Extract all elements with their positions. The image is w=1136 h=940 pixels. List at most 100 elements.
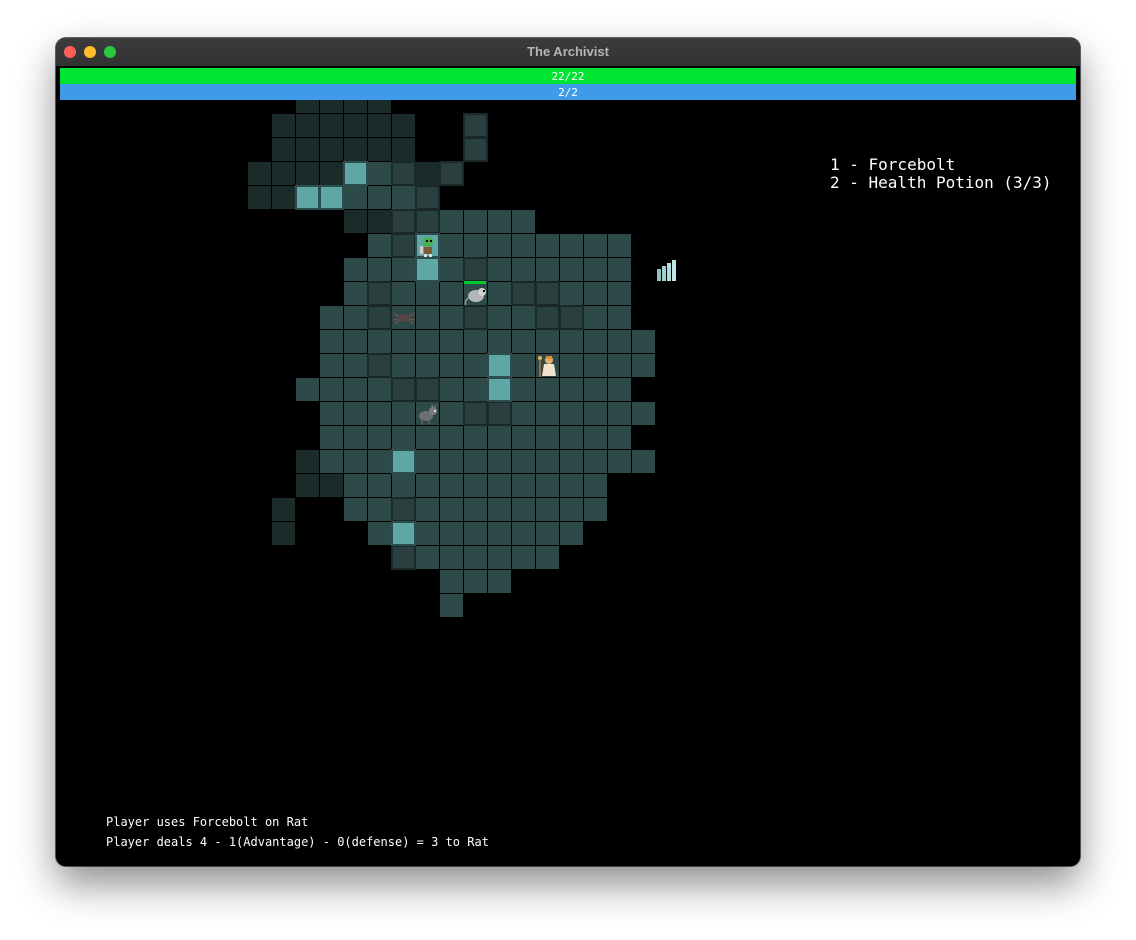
floor-tile — [584, 378, 607, 401]
floor-tile — [488, 306, 511, 329]
floor-tile — [320, 402, 343, 425]
floor-tile — [344, 282, 367, 305]
title-bar[interactable]: The Archivist — [56, 38, 1080, 67]
floor-tile — [368, 450, 391, 473]
floor-tile — [464, 498, 487, 521]
floor-tile — [392, 474, 415, 497]
floor-tile — [512, 402, 535, 425]
floor-tile — [536, 330, 559, 353]
dim-floor-tile — [272, 138, 295, 161]
wall-tile — [367, 353, 392, 378]
floor-tile — [560, 330, 583, 353]
floor-tile — [488, 234, 511, 257]
floor-tile — [440, 426, 463, 449]
floor-tile — [584, 306, 607, 329]
wall-tile — [463, 401, 488, 426]
wall-tile — [439, 161, 464, 186]
floor-tile — [368, 330, 391, 353]
floor-tile — [608, 450, 631, 473]
floor-tile — [440, 522, 463, 545]
floor-tile — [584, 258, 607, 281]
floor-tile — [416, 474, 439, 497]
hotbar-item-health-potion[interactable]: 2 - Health Potion (3/3) — [830, 174, 1052, 192]
floor-tile — [344, 450, 367, 473]
floor-tile — [440, 450, 463, 473]
floor-tile — [536, 498, 559, 521]
floor-tile — [344, 330, 367, 353]
dim-floor-tile — [296, 162, 319, 185]
floor-tile — [512, 546, 535, 569]
log-line: Player deals 4 - 1(Advantage) - 0(defens… — [106, 835, 489, 849]
floor-tile — [440, 282, 463, 305]
dim-floor-tile — [320, 162, 343, 185]
floor-tile — [440, 234, 463, 257]
wall-tile — [487, 401, 512, 426]
dim-floor-tile — [248, 186, 271, 209]
floor-tile — [344, 306, 367, 329]
dim-floor-tile — [416, 162, 439, 185]
floor-tile — [416, 450, 439, 473]
dim-floor-tile — [320, 138, 343, 161]
floor-tile — [488, 546, 511, 569]
wall-tile — [463, 305, 488, 330]
stairs-icon — [657, 260, 676, 281]
hotbar-item-forcebolt[interactable]: 1 - Forcebolt — [830, 156, 1052, 174]
floor-tile — [512, 234, 535, 257]
floor-tile — [632, 402, 655, 425]
floor-tile — [344, 498, 367, 521]
wall-tile — [487, 353, 512, 378]
floor-tile — [536, 234, 559, 257]
floor-tile — [584, 282, 607, 305]
wall-tile — [535, 281, 560, 306]
dim-floor-tile — [296, 474, 319, 497]
floor-tile — [392, 330, 415, 353]
floor-tile — [464, 354, 487, 377]
floor-tile — [464, 450, 487, 473]
floor-tile — [440, 570, 463, 593]
floor-tile — [464, 546, 487, 569]
wall-tile — [463, 257, 488, 282]
floor-tile — [488, 330, 511, 353]
floor-tile — [488, 522, 511, 545]
rat-health-bar — [464, 281, 486, 284]
wall-tile — [391, 521, 416, 546]
dim-floor-tile — [392, 138, 415, 161]
floor-tile — [536, 378, 559, 401]
floor-tile — [560, 498, 583, 521]
floor-tile — [320, 354, 343, 377]
floor-tile — [512, 426, 535, 449]
floor-tile — [440, 378, 463, 401]
floor-tile — [440, 402, 463, 425]
floor-tile — [464, 378, 487, 401]
floor-tile — [488, 282, 511, 305]
floor-tile — [512, 306, 535, 329]
dim-floor-tile — [296, 114, 319, 137]
floor-tile — [464, 522, 487, 545]
game-viewport[interactable]: 22/22 2/2 1 - Forcebolt 2 - Health Potio… — [56, 66, 1080, 866]
floor-tile — [512, 354, 535, 377]
floor-tile — [560, 282, 583, 305]
floor-tile — [560, 378, 583, 401]
floor-tile — [560, 402, 583, 425]
floor-tile — [512, 522, 535, 545]
floor-tile — [488, 258, 511, 281]
floor-tile — [392, 186, 415, 209]
floor-tile — [464, 234, 487, 257]
floor-tile — [560, 354, 583, 377]
floor-tile — [608, 306, 631, 329]
floor-tile — [296, 378, 319, 401]
dim-floor-tile — [320, 474, 343, 497]
floor-tile — [512, 378, 535, 401]
floor-tile — [344, 354, 367, 377]
floor-tile — [608, 378, 631, 401]
floor-tile — [536, 474, 559, 497]
floor-tile — [440, 306, 463, 329]
dim-floor-tile — [296, 138, 319, 161]
floor-tile — [368, 402, 391, 425]
wall-tile — [367, 305, 392, 330]
floor-tile — [536, 402, 559, 425]
floor-tile — [320, 330, 343, 353]
health-bar-label: 22/22 — [551, 70, 585, 83]
window-title: The Archivist — [527, 44, 609, 59]
floor-tile — [368, 234, 391, 257]
